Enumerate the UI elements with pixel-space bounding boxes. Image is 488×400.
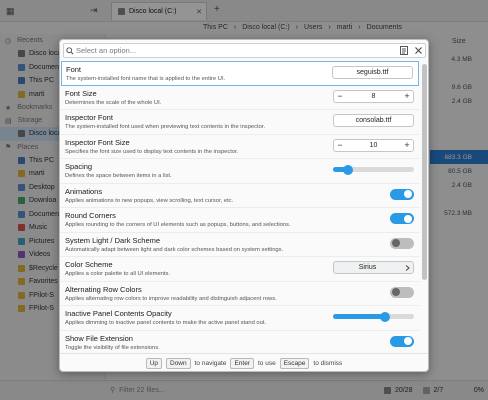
setting-title: System Light / Dark Scheme <box>65 235 161 245</box>
setting-control <box>390 212 414 225</box>
setting-title: Inspector Font <box>65 113 113 122</box>
dropdown-value: Sirius <box>358 264 377 271</box>
setting-title: Round Corners <box>65 211 116 220</box>
setting-title: Spacing <box>65 162 93 171</box>
setting-control <box>333 163 414 176</box>
slider-handle[interactable] <box>343 164 353 175</box>
setting-title: Alternating Row Colors <box>65 284 142 294</box>
setting-control <box>333 310 414 323</box>
enter-key: Enter <box>230 357 254 369</box>
palette-search-bar <box>63 43 426 58</box>
setting-description: Toggle the visibility of file extensions… <box>65 344 160 351</box>
close-icon[interactable] <box>411 44 425 57</box>
setting-title: Font <box>66 65 82 74</box>
setting-title: Color Scheme <box>65 260 113 269</box>
setting-description: The system-installed font used when prev… <box>65 124 266 130</box>
color-scheme-dropdown[interactable]: Sirius <box>333 261 414 274</box>
toggle-knob <box>404 190 412 198</box>
document-icon[interactable] <box>397 44 411 57</box>
setting-row-inspector-font[interactable]: Inspector Font The system-installed font … <box>61 110 419 135</box>
size-stepper[interactable]: −10 + <box>333 138 414 152</box>
setting-control <box>390 286 414 299</box>
navigate-hint: to navigate <box>194 359 227 367</box>
slider-handle[interactable] <box>380 311 390 322</box>
up-key: Up <box>145 357 162 369</box>
minus-icon[interactable]: − <box>334 140 346 151</box>
toggle-knob <box>404 214 412 223</box>
slider-fill <box>333 314 385 319</box>
down-key: Down <box>166 357 191 369</box>
setting-row-color-scheme[interactable]: Color Scheme Applies a color palette to a… <box>61 257 419 282</box>
setting-row-alternating-row-colors[interactable]: Alternating Row Colors Applies alternatin… <box>61 282 419 306</box>
setting-slider[interactable] <box>333 310 414 323</box>
setting-row-show-file-extension[interactable]: Show File Extension Toggle the visibility… <box>61 331 419 352</box>
setting-row-round-corners[interactable]: Round Corners Applies rounding to the cor… <box>61 208 419 233</box>
plus-icon[interactable]: + <box>401 91 413 102</box>
palette-scrollbar[interactable] <box>422 62 427 350</box>
setting-description: Applies alternating row colors to improv… <box>65 295 277 302</box>
setting-control <box>390 188 414 201</box>
search-icon <box>64 44 76 57</box>
use-hint: to use <box>257 359 276 367</box>
setting-row-system-light-dark-scheme[interactable]: System Light / Dark Scheme Automatically … <box>61 233 419 257</box>
setting-row-inspector-font-size[interactable]: Inspector Font Size Specifies the font si… <box>61 135 419 159</box>
palette-search-input[interactable] <box>76 44 397 57</box>
setting-description: Defines the space between items in a lis… <box>65 173 172 179</box>
setting-description: The system-installed font name that is a… <box>66 76 226 82</box>
setting-row-animations[interactable]: Animations Applies animations to new popu… <box>61 184 419 208</box>
setting-row-inactive-panel-contents-opacity[interactable]: Inactive Panel Contents Opacity Applies d… <box>61 306 419 331</box>
dismiss-hint: to dismiss <box>313 359 343 367</box>
toggle-knob <box>404 337 412 345</box>
settings-list: Font The system-installed font name that … <box>61 61 419 351</box>
setting-description: Applies dimming to inactive panel conten… <box>65 320 267 326</box>
font-name-field[interactable]: consolab.ttf <box>333 114 414 127</box>
setting-row-font-size[interactable]: Font Size Determines the scale of the who… <box>61 86 419 110</box>
setting-description: Applies animations to new popups, view s… <box>65 197 234 204</box>
setting-toggle[interactable] <box>390 286 414 298</box>
setting-title: Font Size <box>65 88 97 98</box>
setting-control: Sirius <box>333 261 414 274</box>
setting-title: Show File Extension <box>65 333 133 343</box>
setting-description: Automatically adapt between light and da… <box>65 246 284 253</box>
keyboard-hints: Up Down to navigate Enter to use Escape … <box>60 353 428 371</box>
setting-slider[interactable] <box>333 163 414 176</box>
setting-toggle[interactable] <box>390 237 414 249</box>
setting-control <box>390 335 414 348</box>
setting-control: consolab.ttf <box>333 114 414 127</box>
setting-row-font[interactable]: Font The system-installed font name that … <box>61 61 419 86</box>
toggle-knob <box>392 239 400 247</box>
escape-key: Escape <box>279 357 310 369</box>
font-name-field[interactable]: seguisb.ttf <box>332 66 413 79</box>
setting-control <box>390 237 414 250</box>
setting-toggle[interactable] <box>390 335 414 347</box>
setting-title: Animations <box>65 186 103 196</box>
size-stepper[interactable]: −8 + <box>333 89 414 103</box>
setting-control: −8 + <box>333 89 414 103</box>
setting-description: Specifies the font size used to display … <box>65 148 239 155</box>
settings-palette: Font The system-installed font name that … <box>59 39 429 372</box>
setting-title: Inactive Panel Contents Opacity <box>65 309 172 318</box>
chevron-right-icon <box>401 264 413 271</box>
setting-description: Applies rounding to the corners of UI el… <box>65 222 291 228</box>
setting-title: Inspector Font Size <box>65 137 130 147</box>
setting-toggle[interactable] <box>390 188 414 200</box>
scrollbar-thumb[interactable] <box>422 64 427 280</box>
setting-description: Applies a color palette to all UI elemen… <box>65 271 171 277</box>
stepper-value[interactable]: 8 <box>346 93 401 100</box>
setting-control: −10 + <box>333 138 414 152</box>
setting-control: seguisb.ttf <box>332 66 413 79</box>
setting-toggle[interactable] <box>390 213 414 224</box>
minus-icon[interactable]: − <box>334 91 346 102</box>
setting-row-spacing[interactable]: Spacing Defines the space between items i… <box>61 159 419 184</box>
setting-description: Determines the scale of the whole UI. <box>65 99 162 106</box>
stepper-value[interactable]: 10 <box>346 142 401 149</box>
toggle-knob <box>392 288 400 296</box>
plus-icon[interactable]: + <box>401 140 413 151</box>
